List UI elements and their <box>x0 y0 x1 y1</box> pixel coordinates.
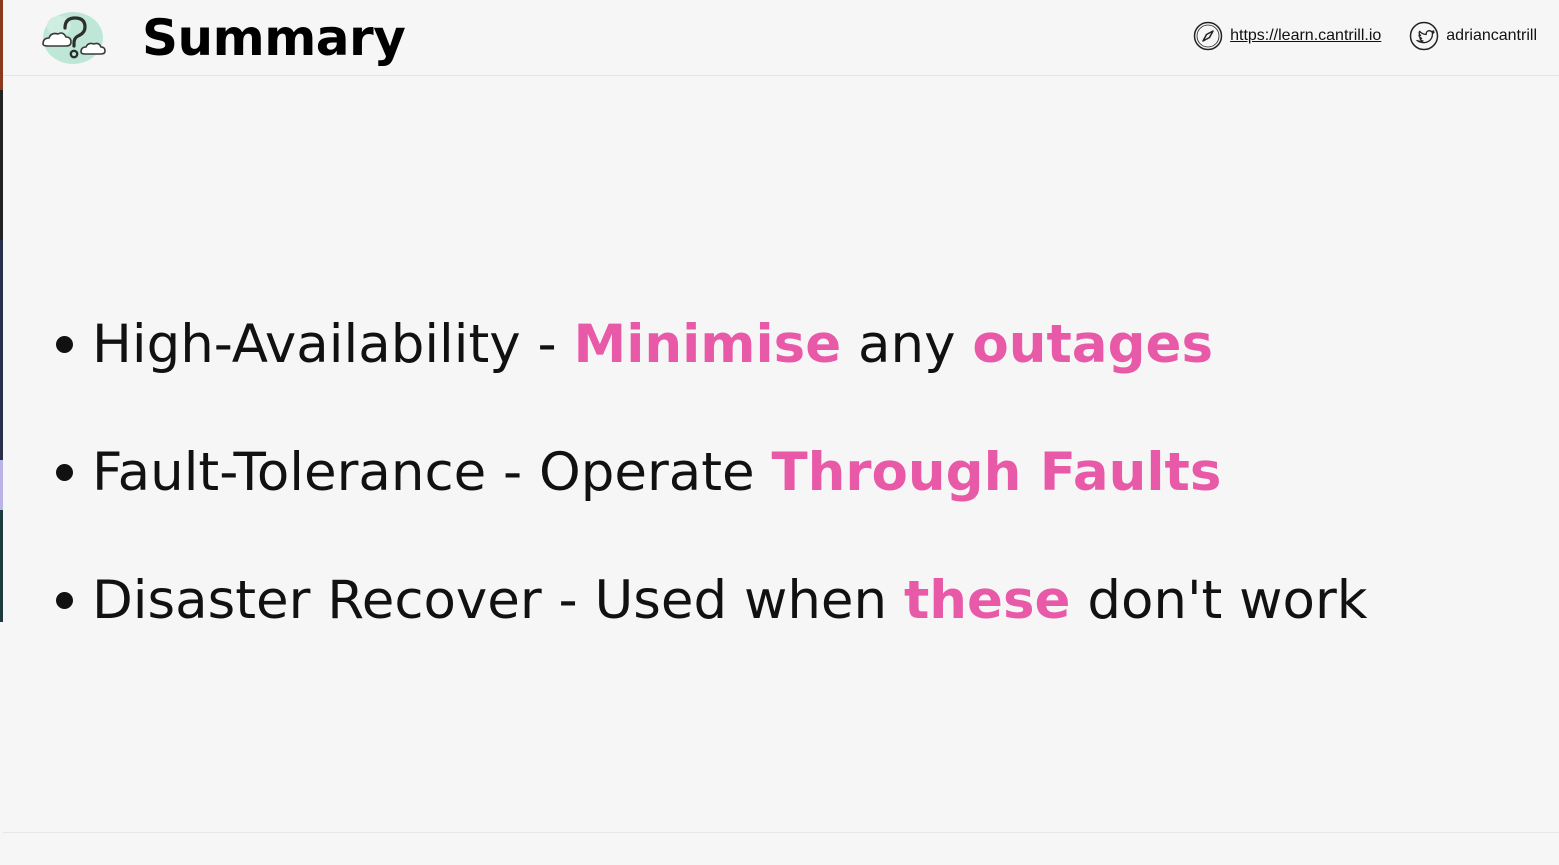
bullet-item: Disaster Recover - Used when these don't… <box>56 536 1367 664</box>
bullet-dot-icon <box>56 335 73 353</box>
bullet-text-segment: High-Availability - <box>92 313 574 375</box>
bullet-dot-icon <box>56 463 73 481</box>
twitter-link[interactable]: adriancantrill <box>1409 21 1537 51</box>
bullet-text-segment: Disaster Recover - Used when <box>92 569 904 631</box>
bullet-text: Fault-Tolerance - Operate Through Faults <box>92 442 1221 503</box>
bullet-item: High-Availability - Minimise any outages <box>56 280 1367 408</box>
highlighted-text: these <box>903 569 1071 631</box>
highlighted-text: outages <box>972 313 1214 375</box>
header-links: https://learn.cantrill.io adriancantrill <box>1193 21 1537 51</box>
bullet-text: Disaster Recover - Used when these don't… <box>92 570 1367 631</box>
website-link-label[interactable]: https://learn.cantrill.io <box>1230 27 1381 45</box>
bullet-item: Fault-Tolerance - Operate Through Faults <box>56 408 1367 536</box>
twitter-bird-icon <box>1409 21 1439 51</box>
bullet-text-segment: Fault-Tolerance - Operate <box>92 441 772 503</box>
bullet-dot-icon <box>56 591 73 609</box>
highlighted-text: Minimise <box>573 313 842 375</box>
slide-header: Summary https://learn.cantrill.io adrian… <box>3 0 1559 76</box>
bullet-list: High-Availability - Minimise any outages… <box>56 280 1367 664</box>
bullet-text: High-Availability - Minimise any outages <box>92 314 1213 375</box>
twitter-link-label[interactable]: adriancantrill <box>1446 27 1537 45</box>
bullet-text-segment: any <box>841 313 973 375</box>
question-cloud-icon <box>37 8 107 68</box>
compass-icon <box>1193 21 1223 51</box>
bullet-text-segment: don't work <box>1070 569 1368 631</box>
left-edge-strip <box>0 0 3 622</box>
highlighted-text: Through Faults <box>771 441 1222 503</box>
footer-divider <box>3 832 1559 833</box>
website-link[interactable]: https://learn.cantrill.io <box>1193 21 1381 51</box>
page-title: Summary <box>142 9 406 67</box>
